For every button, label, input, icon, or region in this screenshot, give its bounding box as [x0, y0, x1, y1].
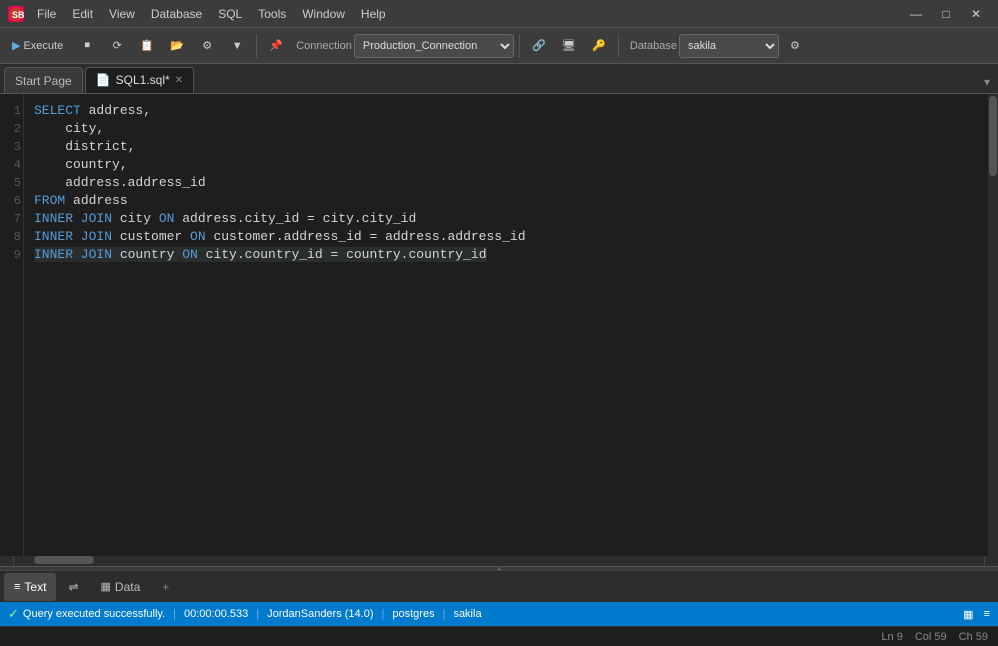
menu-tools[interactable]: Tools: [251, 5, 293, 23]
key-button[interactable]: 🔑: [585, 32, 613, 60]
ok-icon: ✓: [8, 606, 19, 622]
user-info: JordanSanders (14.0): [267, 608, 373, 620]
ch-info: Ch 59: [959, 631, 988, 643]
tabs-overflow-button[interactable]: ▾: [980, 71, 994, 93]
menu-help[interactable]: Help: [354, 5, 393, 23]
text-tab-label: Text: [24, 580, 46, 594]
tab-start-page-label: Start Page: [15, 74, 72, 88]
code-editor[interactable]: SELECT address, city, district, country,…: [24, 94, 988, 556]
open-icon: 📂: [170, 39, 184, 52]
menu-window[interactable]: Window: [295, 5, 352, 23]
dropdown-arrow-1[interactable]: ▼: [223, 32, 251, 60]
db-settings-button[interactable]: ⚙: [781, 32, 809, 60]
copy-button[interactable]: 📋: [133, 32, 161, 60]
menu-file[interactable]: File: [30, 5, 63, 23]
status-ok: ✓ Query executed successfully.: [8, 606, 165, 622]
add-tab-button[interactable]: +: [156, 578, 175, 596]
tab-sql1[interactable]: 📄 SQL1.sql* ✕: [85, 67, 194, 93]
key-icon: 🔑: [592, 39, 606, 52]
sql-file-icon: 📄: [96, 73, 111, 87]
stop-button[interactable]: ⏹: [73, 32, 101, 60]
data-tab-icon: ▦: [101, 580, 111, 593]
col-info: Col 59: [915, 631, 947, 643]
chevron-down-icon: ▼: [232, 40, 243, 52]
status-text: Query executed successfully.: [23, 608, 165, 620]
menu-icon[interactable]: ≡: [984, 608, 990, 620]
data-tab-label: Data: [115, 580, 140, 594]
tab-data[interactable]: ▦ Data: [91, 573, 151, 601]
menu-view[interactable]: View: [102, 5, 142, 23]
title-bar-left: SB File Edit View Database SQL Tools Win…: [8, 5, 393, 23]
stop-icon: ⏹: [84, 39, 90, 52]
app-logo: SB: [8, 6, 24, 22]
toolbar-separator-1: [256, 34, 257, 58]
menu-edit[interactable]: Edit: [65, 5, 100, 23]
open-button[interactable]: 📂: [163, 32, 191, 60]
close-button[interactable]: ✕: [962, 4, 990, 24]
execute-icon: ▶: [12, 39, 20, 52]
refresh-icon: ⟳: [113, 39, 122, 52]
window-controls[interactable]: — □ ✕: [902, 4, 990, 24]
text-tab-icon: ≡: [14, 581, 20, 593]
tab-start-page[interactable]: Start Page: [4, 67, 83, 93]
pin-icon: 📌: [269, 39, 283, 52]
monitor-icon: 🖥: [562, 39, 576, 52]
connection-label: Connection: [296, 40, 352, 52]
tab-swap[interactable]: ⇌: [58, 573, 88, 601]
line-info-bar: Ln 9 Col 59 Ch 59: [0, 626, 998, 646]
refresh-button[interactable]: ⟳: [103, 32, 131, 60]
tab-sql1-label: SQL1.sql*: [116, 73, 170, 87]
scrollbar-thumb[interactable]: [989, 96, 997, 176]
execute-button[interactable]: ▶ Execute: [4, 32, 71, 60]
tabs-bar: Start Page 📄 SQL1.sql* ✕ ▾: [0, 64, 998, 94]
svg-text:SB: SB: [12, 10, 24, 20]
monitor-button[interactable]: 🖥: [555, 32, 583, 60]
menu-sql[interactable]: SQL: [211, 5, 249, 23]
horizontal-scrollbar[interactable]: [0, 556, 998, 566]
connection-dropdown[interactable]: Production_Connection: [354, 34, 514, 58]
status-bar: ✓ Query executed successfully. | 00:00:0…: [0, 602, 998, 626]
postgres-db: postgres: [392, 608, 434, 620]
copy-icon: 📋: [140, 39, 154, 52]
line-numbers: 1 2 3 4 5 6 7 8 9: [0, 94, 24, 556]
db-settings-icon: ⚙: [790, 39, 800, 52]
hscroll-left-arrow[interactable]: [0, 556, 14, 566]
toolbar-separator-2: [519, 34, 520, 58]
settings-button-1[interactable]: ⚙: [193, 32, 221, 60]
connect-button[interactable]: 🔗: [525, 32, 553, 60]
title-bar: SB File Edit View Database SQL Tools Win…: [0, 0, 998, 28]
hscroll-thumb[interactable]: [34, 556, 94, 564]
execute-label: Execute: [23, 40, 63, 52]
vertical-scrollbar[interactable]: [988, 94, 998, 556]
toolbar-separator-3: [618, 34, 619, 58]
status-right: ▦ ≡: [963, 608, 990, 621]
hscroll-track[interactable]: [14, 556, 984, 566]
menu-bar[interactable]: File Edit View Database SQL Tools Window…: [30, 5, 393, 23]
hscroll-right-arrow[interactable]: [984, 556, 998, 566]
bottom-tabs: ≡ Text ⇌ ▦ Data +: [0, 570, 998, 602]
minimize-button[interactable]: —: [902, 4, 930, 24]
execution-time: 00:00:00.533: [184, 608, 248, 620]
sakila-db: sakila: [453, 608, 481, 620]
database-dropdown[interactable]: sakila: [679, 34, 779, 58]
editor-area: 1 2 3 4 5 6 7 8 9 SELECT address, city, …: [0, 94, 998, 556]
database-label: Database: [630, 40, 677, 52]
grid-icon[interactable]: ▦: [963, 608, 973, 621]
swap-icon: ⇌: [68, 580, 78, 594]
settings-icon-1: ⚙: [202, 39, 212, 52]
tab-sql1-close[interactable]: ✕: [175, 75, 183, 86]
maximize-button[interactable]: □: [932, 4, 960, 24]
tab-text[interactable]: ≡ Text: [4, 573, 56, 601]
toolbar: ▶ Execute ⏹ ⟳ 📋 📂 ⚙ ▼ 📌 Connection Produ…: [0, 28, 998, 64]
ln-info: Ln 9: [881, 631, 902, 643]
menu-database[interactable]: Database: [144, 5, 209, 23]
pin-button[interactable]: 📌: [262, 32, 290, 60]
connect-icon: 🔗: [532, 39, 546, 52]
